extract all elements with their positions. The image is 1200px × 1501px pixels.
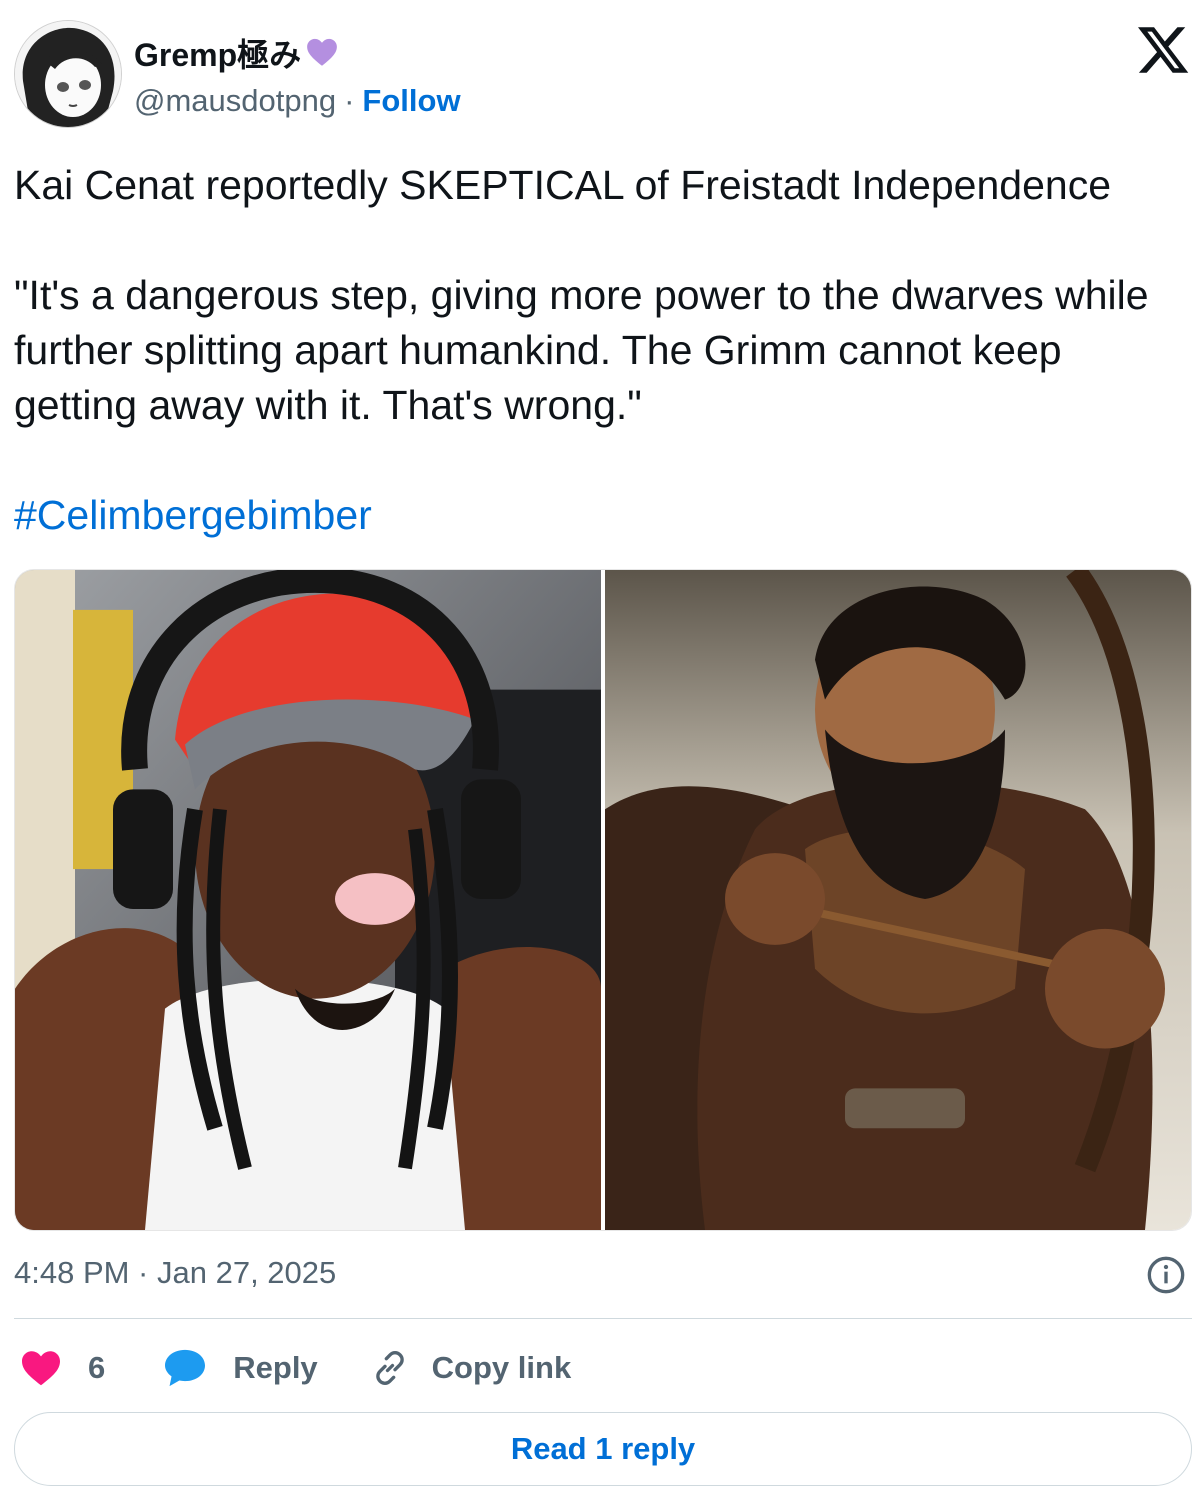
action-bar: 6 Reply Copy link: [20, 1340, 571, 1396]
reply-button[interactable]: Reply: [163, 1348, 369, 1388]
purple-heart-icon: [307, 38, 338, 66]
media-grid: [14, 569, 1192, 1231]
follow-button[interactable]: Follow: [362, 83, 460, 119]
copy-link-button[interactable]: Copy link: [370, 1348, 572, 1388]
like-count: 6: [88, 1350, 106, 1385]
tweet-headline: Kai Cenat reportedly SKEPTICAL of Freist…: [14, 162, 1111, 208]
author-display-name[interactable]: Gremp極み: [134, 30, 301, 76]
reply-label: Reply: [233, 1350, 318, 1385]
read-replies-button[interactable]: Read 1 reply: [14, 1412, 1192, 1486]
media-image-streamer[interactable]: [15, 570, 601, 1230]
tweet-quote: "It's a dangerous step, giving more powe…: [14, 272, 1149, 428]
media-image-dwarf-archer[interactable]: [605, 570, 1191, 1230]
author-avatar[interactable]: [14, 20, 122, 128]
tweet-timestamp[interactable]: 4:48 PM · Jan 27, 2025: [14, 1255, 336, 1291]
like-button[interactable]: 6: [20, 1349, 163, 1387]
heart-icon: [22, 1351, 60, 1386]
reply-bubble-icon: [165, 1349, 206, 1387]
author-handle[interactable]: @mausdotpng: [134, 83, 336, 119]
separator-dot: ·: [344, 83, 355, 118]
x-logo-icon[interactable]: [1138, 26, 1190, 74]
link-icon: [375, 1351, 404, 1385]
tweet-body: Kai Cenat reportedly SKEPTICAL of Freist…: [14, 158, 1194, 543]
info-icon[interactable]: [1146, 1255, 1186, 1295]
avatar-illustration: [15, 21, 121, 127]
hashtag-link[interactable]: #Celimbergebimber: [14, 492, 372, 538]
divider: [14, 1318, 1192, 1319]
copy-link-label: Copy link: [431, 1350, 572, 1385]
